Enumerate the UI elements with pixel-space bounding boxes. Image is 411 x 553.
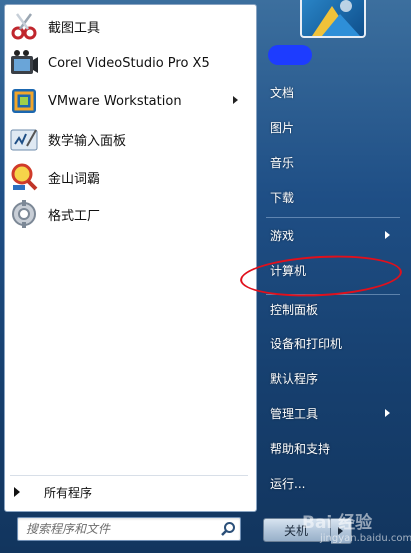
right-item-music[interactable]: 音乐 — [266, 149, 400, 175]
search-input[interactable] — [24, 520, 218, 538]
all-programs-label: 所有程序 — [44, 485, 93, 500]
program-item-kingsoft-powerword[interactable]: 金山词霸 — [4, 159, 248, 195]
red-annotation-circle — [239, 251, 403, 301]
program-label: 截图工具 — [48, 20, 101, 36]
program-label: 金山词霸 — [48, 171, 101, 187]
program-item-format-factory[interactable]: 格式工厂 — [4, 196, 248, 232]
format-factory-icon — [8, 198, 40, 230]
programs-separator — [10, 475, 248, 476]
right-item-default-programs[interactable]: 默认程序 — [266, 365, 400, 391]
all-programs-item[interactable]: 所有程序 — [4, 480, 248, 504]
film-camera-icon — [8, 47, 40, 79]
right-item-control-panel[interactable]: 控制面板 — [266, 296, 400, 322]
program-label: Corel VideoStudio Pro X5 — [48, 55, 210, 71]
chevron-right-icon — [233, 96, 238, 104]
vmware-icon — [8, 85, 40, 117]
right-item-downloads[interactable]: 下载 — [266, 184, 400, 210]
program-label: 数学输入面板 — [48, 133, 127, 149]
right-item-administrative-tools[interactable]: 管理工具 — [266, 400, 400, 426]
program-label: 格式工厂 — [48, 208, 101, 224]
search-box[interactable] — [17, 517, 241, 541]
right-separator — [266, 217, 400, 218]
watermark-text: Bai 经验 — [302, 513, 373, 533]
start-menu: 截图工具 Corel VideoStudio Pro X5 VMware Wor… — [0, 0, 411, 553]
baidu-watermark: Bai 经验 jingyan.baidu.com — [302, 505, 411, 553]
search-icon[interactable] — [220, 521, 236, 537]
right-item-documents[interactable]: 文档 — [266, 79, 400, 105]
right-item-devices-and-printers[interactable]: 设备和打印机 — [266, 330, 400, 356]
right-item-games[interactable]: 游戏 — [266, 222, 400, 248]
program-item-math-input-panel[interactable]: 数学输入面板 — [4, 121, 248, 157]
program-item-snipping-tool[interactable]: 截图工具 — [4, 8, 248, 44]
scissors-icon — [8, 10, 40, 42]
right-item-help-and-support[interactable]: 帮助和支持 — [266, 435, 400, 461]
redacted-user-name — [268, 45, 312, 65]
triangle-right-icon — [14, 487, 20, 497]
program-item-corel-videostudio[interactable]: Corel VideoStudio Pro X5 — [4, 45, 248, 81]
chevron-right-icon — [385, 409, 390, 417]
program-item-vmware-workstation[interactable]: VMware Workstation — [4, 83, 248, 119]
right-item-run[interactable]: 运行... — [266, 470, 400, 496]
chevron-right-icon — [385, 231, 390, 239]
watermark-url: jingyan.baidu.com — [320, 533, 411, 544]
user-account-picture[interactable] — [300, 0, 366, 38]
right-item-pictures[interactable]: 图片 — [266, 114, 400, 140]
program-label: VMware Workstation — [48, 93, 182, 109]
math-input-icon — [8, 123, 40, 155]
dictionary-magnifier-icon — [8, 161, 40, 193]
